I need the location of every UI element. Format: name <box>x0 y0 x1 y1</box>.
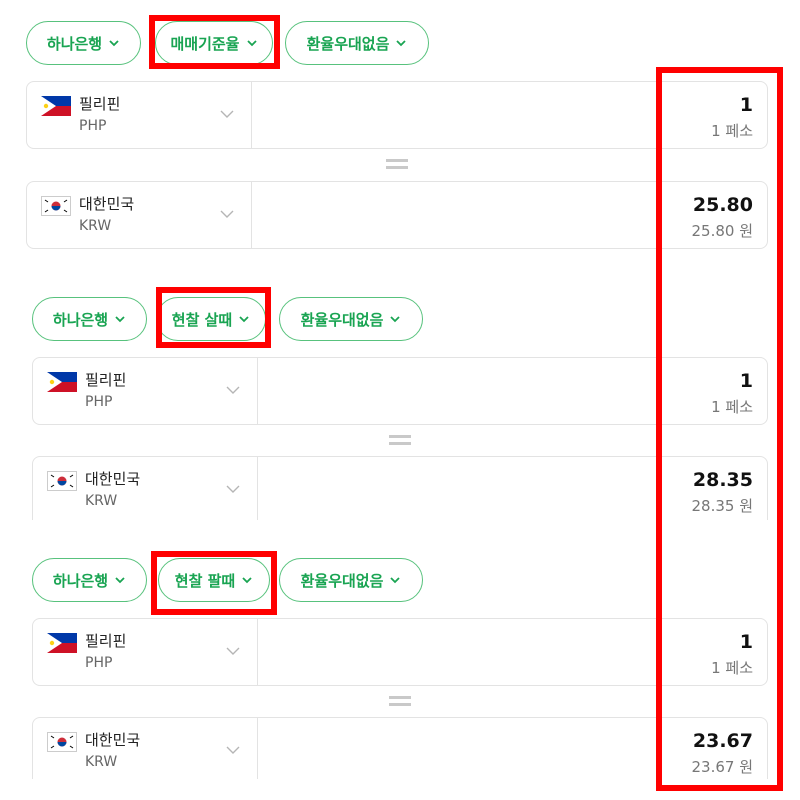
highlight-box-amounts <box>656 67 783 791</box>
bank-select[interactable]: 하나은행 <box>32 297 147 341</box>
currency-select[interactable]: 필리핀 PHP <box>33 619 258 685</box>
discount-label: 환율우대없음 <box>300 571 384 590</box>
bank-select[interactable]: 하나은행 <box>26 21 141 65</box>
currency-select[interactable]: 필리핀 PHP <box>33 358 258 424</box>
bank-label: 하나은행 <box>52 310 109 329</box>
highlight-box-rate-type-2 <box>156 287 271 348</box>
currency-name: 필리핀 <box>79 95 121 113</box>
bank-label: 하나은행 <box>52 571 109 590</box>
discount-label: 환율우대없음 <box>306 34 390 53</box>
chevron-down-icon <box>389 574 401 586</box>
chevron-down-icon <box>226 385 240 395</box>
discount-select[interactable]: 환율우대없음 <box>285 21 429 65</box>
korea-flag-icon <box>47 732 77 752</box>
currency-select[interactable]: 필리핀 PHP <box>27 82 252 148</box>
discount-select[interactable]: 환율우대없음 <box>279 558 423 602</box>
chevron-down-icon <box>114 574 126 586</box>
chevron-down-icon <box>108 37 120 49</box>
philippines-flag-icon <box>47 633 77 653</box>
chevron-down-icon <box>395 37 407 49</box>
chevron-down-icon <box>114 313 126 325</box>
equals-icon <box>389 696 411 706</box>
chevron-down-icon <box>220 109 234 119</box>
currency-name: 필리핀 <box>85 632 127 650</box>
bank-label: 하나은행 <box>46 34 103 53</box>
currency-select[interactable]: 대한민국 KRW <box>33 457 258 520</box>
currency-code: KRW <box>85 754 118 770</box>
philippines-flag-icon <box>47 372 77 392</box>
currency-code: PHP <box>85 394 113 410</box>
currency-name: 대한민국 <box>79 195 135 213</box>
highlight-box-rate-type-3 <box>151 551 277 615</box>
bank-select[interactable]: 하나은행 <box>32 558 147 602</box>
korea-flag-icon <box>41 196 71 216</box>
currency-code: PHP <box>79 118 107 134</box>
currency-select[interactable]: 대한민국 KRW <box>33 718 258 779</box>
currency-name: 필리핀 <box>85 371 127 389</box>
discount-label: 환율우대없음 <box>300 310 384 329</box>
highlight-box-rate-type-1 <box>149 15 280 69</box>
philippines-flag-icon <box>41 96 71 116</box>
chevron-down-icon <box>226 484 240 494</box>
currency-name: 대한민국 <box>85 470 141 488</box>
currency-name: 대한민국 <box>85 731 141 749</box>
chevron-down-icon <box>226 646 240 656</box>
korea-flag-icon <box>47 471 77 491</box>
equals-icon <box>386 159 408 169</box>
currency-code: PHP <box>85 655 113 671</box>
chevron-down-icon <box>389 313 401 325</box>
equals-icon <box>389 435 411 445</box>
currency-code: KRW <box>85 493 118 509</box>
currency-code: KRW <box>79 218 112 234</box>
chevron-down-icon <box>220 209 234 219</box>
discount-select[interactable]: 환율우대없음 <box>279 297 423 341</box>
currency-select[interactable]: 대한민국 KRW <box>27 182 252 248</box>
chevron-down-icon <box>226 745 240 755</box>
